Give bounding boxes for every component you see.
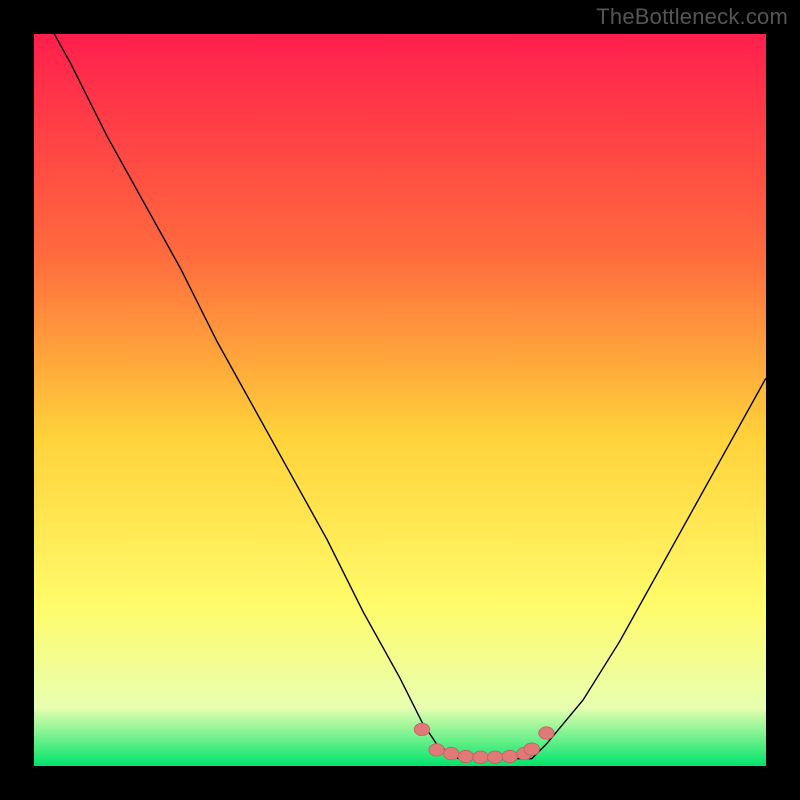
dot — [414, 723, 429, 735]
dot — [444, 747, 459, 759]
dot — [502, 750, 517, 762]
gradient-background — [34, 34, 766, 766]
dot — [429, 744, 444, 756]
chart-frame: TheBottleneck.com — [0, 0, 800, 800]
bottleneck-plot — [34, 34, 766, 766]
watermark-text: TheBottleneck.com — [596, 4, 788, 30]
dot — [458, 750, 473, 762]
dot — [539, 727, 554, 739]
dot — [473, 751, 488, 763]
dot — [487, 751, 502, 763]
dot — [524, 743, 539, 755]
